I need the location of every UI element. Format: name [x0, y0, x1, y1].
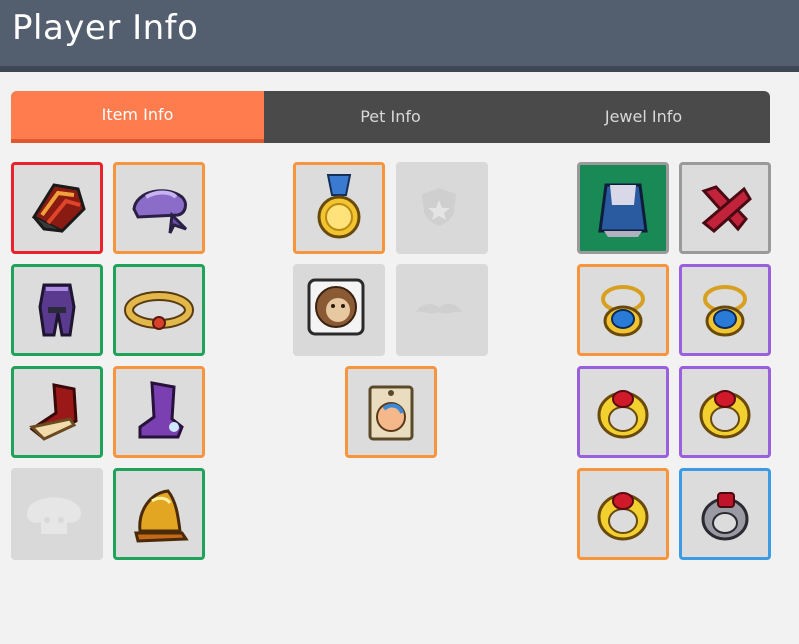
tab-item-info[interactable]: Item Info — [11, 91, 264, 143]
shoulder-armor-icon — [31, 183, 86, 233]
equip-slot-hat[interactable] — [113, 162, 205, 254]
pet-slot-badge-empty[interactable] — [396, 162, 488, 254]
pet-slot-medal[interactable] — [293, 162, 385, 254]
bandana-hat-icon — [132, 189, 188, 234]
jewel-slot-ring-2[interactable] — [679, 366, 771, 458]
equip-slot-overall[interactable] — [11, 264, 103, 356]
tab-jewel-info[interactable]: Jewel Info — [517, 91, 770, 143]
equip-slot-shoes[interactable] — [11, 366, 103, 458]
ruby-ring-icon — [699, 390, 751, 439]
gold-medal-icon — [317, 174, 361, 239]
equip-slot-boots[interactable] — [113, 366, 205, 458]
gold-cape-icon — [134, 489, 189, 543]
jewel-slot-emblem[interactable] — [577, 162, 669, 254]
equip-slot-shoulder[interactable] — [11, 162, 103, 254]
page-title: Player Info — [12, 8, 199, 48]
blue-pendant-icon — [601, 285, 645, 337]
pet-tag-icon — [368, 385, 414, 441]
broken-item-icon — [701, 185, 752, 233]
tab-bar: Item Info Pet Info Jewel Info — [11, 91, 770, 143]
pet-slot-tag[interactable] — [345, 366, 437, 458]
fur-boots-icon — [28, 383, 78, 441]
tab-pet-info[interactable]: Pet Info — [264, 91, 517, 143]
jewel-slot-ring-4[interactable] — [679, 468, 771, 560]
empty-badge-slot-icon — [422, 188, 456, 226]
ruby-ring-icon — [597, 492, 649, 541]
jewel-slot-ring-3[interactable] — [577, 468, 669, 560]
belt-icon — [124, 291, 194, 330]
silver-ruby-ring-icon — [701, 492, 749, 541]
jewel-slot-pendant-2[interactable] — [679, 264, 771, 356]
jewel-slot-pendant-1[interactable] — [577, 264, 669, 356]
pet-slot-mustache-empty[interactable] — [396, 264, 488, 356]
empty-mustache-slot-icon — [416, 303, 462, 314]
pet-slot-pet[interactable] — [293, 264, 385, 356]
header-divider — [0, 66, 799, 72]
blue-pendant-icon — [703, 285, 747, 337]
jewel-slot-ring-1[interactable] — [577, 366, 669, 458]
purple-boots-icon — [138, 381, 184, 439]
empty-mushroom-slot-icon — [27, 497, 81, 534]
equip-slot-belt[interactable] — [113, 264, 205, 356]
emblem-cape-icon — [598, 183, 648, 237]
ruby-ring-icon — [597, 390, 649, 439]
equip-slot-empty[interactable] — [11, 468, 103, 560]
equip-slot-cape[interactable] — [113, 468, 205, 560]
jewel-slot-broken[interactable] — [679, 162, 771, 254]
overall-outfit-icon — [38, 283, 76, 337]
lion-pet-card-icon — [307, 278, 365, 336]
